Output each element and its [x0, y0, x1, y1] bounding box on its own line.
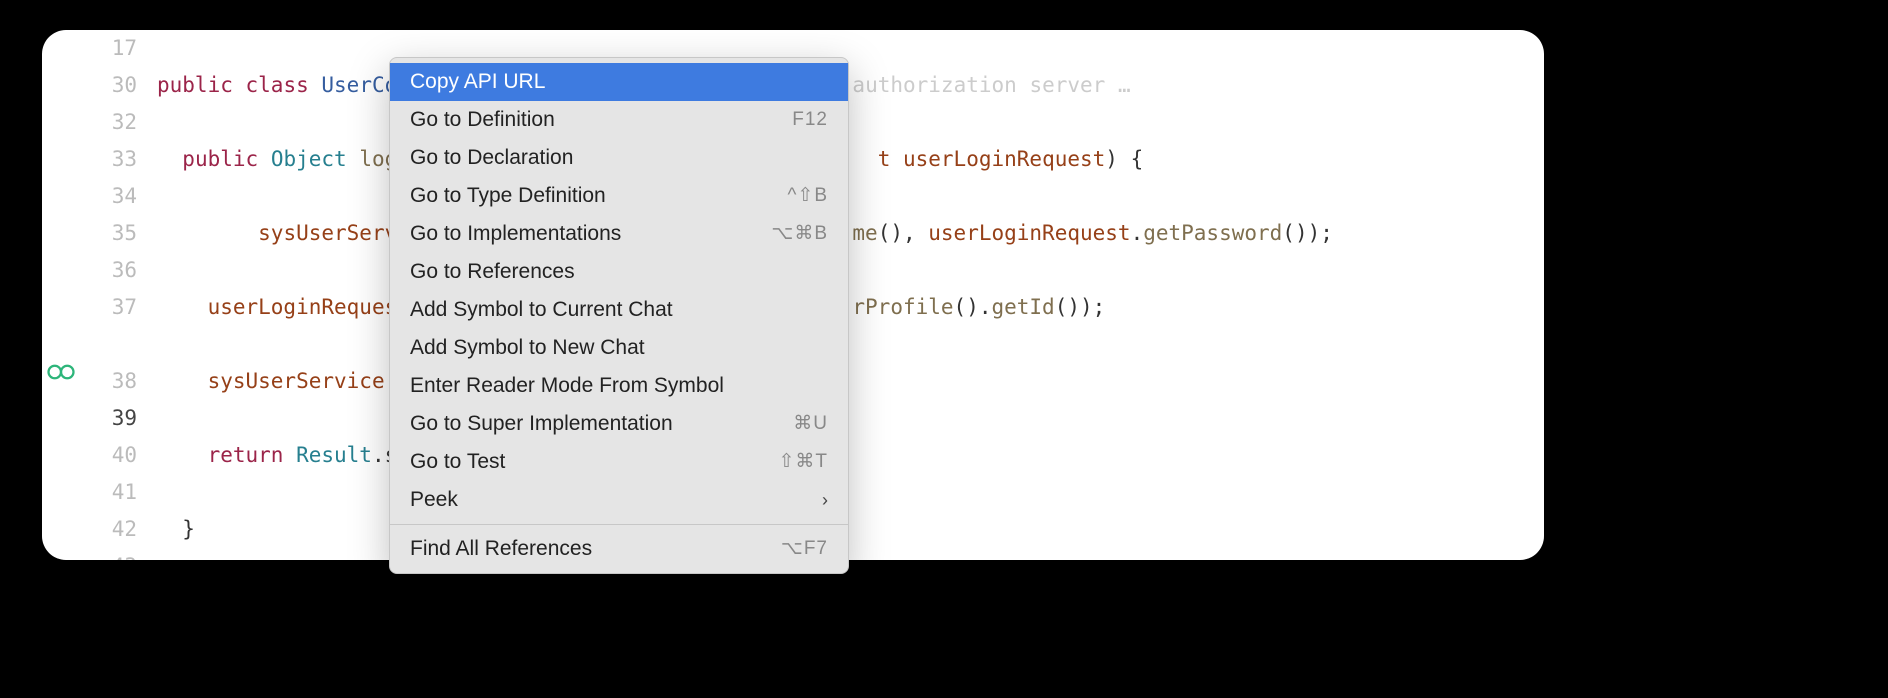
menu-item-label: Find All References [410, 534, 592, 564]
line-number [42, 326, 137, 363]
menu-item-label: Go to Type Definition [410, 181, 606, 211]
line-number: 17 [42, 30, 137, 67]
menu-item-label: Go to Super Implementation [410, 409, 673, 439]
menu-item-go-to-declaration[interactable]: Go to Declaration [390, 139, 848, 177]
menu-item-add-symbol-to-current-chat[interactable]: Add Symbol to Current Chat [390, 291, 848, 329]
menu-item-label: Go to References [410, 257, 575, 287]
line-number: 32 [42, 104, 137, 141]
line-number: 30 [42, 67, 137, 104]
menu-item-go-to-definition[interactable]: Go to Definition F12 [390, 101, 848, 139]
line-number: 39 [42, 400, 137, 437]
menu-item-label: Go to Implementations [410, 219, 621, 249]
menu-item-find-all-references[interactable]: Find All References ⌥F7 [390, 530, 848, 568]
line-number: 33 [42, 141, 137, 178]
spring-endpoint-icon[interactable] [46, 361, 76, 383]
menu-shortcut: F12 [792, 105, 828, 135]
code-line[interactable]: sysUserServ me(), userLoginRequest.getPa… [157, 215, 1544, 252]
line-number: 40 [42, 437, 137, 474]
code-area[interactable]: public class UserController { You, last … [157, 30, 1544, 560]
menu-item-label: Go to Test [410, 447, 505, 477]
menu-item-go-to-references[interactable]: Go to References [390, 253, 848, 291]
menu-separator [390, 524, 848, 525]
menu-shortcut: ^⇧B [787, 181, 828, 211]
line-number: 37 [42, 289, 137, 326]
chevron-right-icon: › [822, 485, 828, 515]
line-number: 34 [42, 178, 137, 215]
code-line[interactable]: } [157, 511, 1544, 548]
menu-item-copy-api-url[interactable]: Copy API URL [390, 63, 848, 101]
menu-item-peek[interactable]: Peek › [390, 481, 848, 519]
menu-item-label: Peek [410, 485, 458, 515]
menu-item-label: Go to Definition [410, 105, 555, 135]
line-number: 42 [42, 511, 137, 548]
menu-item-label: Copy API URL [410, 67, 545, 97]
menu-item-label: Enter Reader Mode From Symbol [410, 371, 724, 401]
line-number: 41 [42, 474, 137, 511]
code-line[interactable]: return Result.s [157, 437, 1544, 474]
line-number: 35 [42, 215, 137, 252]
code-line[interactable]: sysUserService. [157, 363, 1544, 400]
menu-item-enter-reader-mode-from-symbol[interactable]: Enter Reader Mode From Symbol [390, 367, 848, 405]
menu-item-go-to-super-implementation[interactable]: Go to Super Implementation ⌘U [390, 405, 848, 443]
menu-shortcut: ⌥⌘B [771, 219, 828, 249]
menu-item-go-to-test[interactable]: Go to Test ⇧⌘T [390, 443, 848, 481]
line-number: 36 [42, 252, 137, 289]
code-line[interactable]: public Object log t userLoginRequest) { [157, 141, 1544, 178]
menu-shortcut: ⌘U [793, 409, 828, 439]
menu-item-label: Add Symbol to New Chat [410, 333, 645, 363]
menu-shortcut: ⇧⌘T [778, 447, 828, 477]
code-line[interactable]: userLoginReques rProfile().getId()); [157, 289, 1544, 326]
context-menu: Copy API URL Go to Definition F12 Go to Dec… [389, 57, 849, 574]
menu-shortcut: ⌥F7 [781, 534, 828, 564]
menu-item-label: Add Symbol to Current Chat [410, 295, 673, 325]
menu-item-label: Go to Declaration [410, 143, 573, 173]
code-line[interactable]: public class UserController { You, last … [157, 67, 1544, 104]
line-number: 43 [42, 548, 137, 560]
line-gutter: 1730323334353637 38394041424344 [42, 30, 157, 560]
menu-item-go-to-type-definition[interactable]: Go to Type Definition ^⇧B [390, 177, 848, 215]
menu-item-add-symbol-to-new-chat[interactable]: Add Symbol to New Chat [390, 329, 848, 367]
menu-item-go-to-implementations[interactable]: Go to Implementations ⌥⌘B [390, 215, 848, 253]
